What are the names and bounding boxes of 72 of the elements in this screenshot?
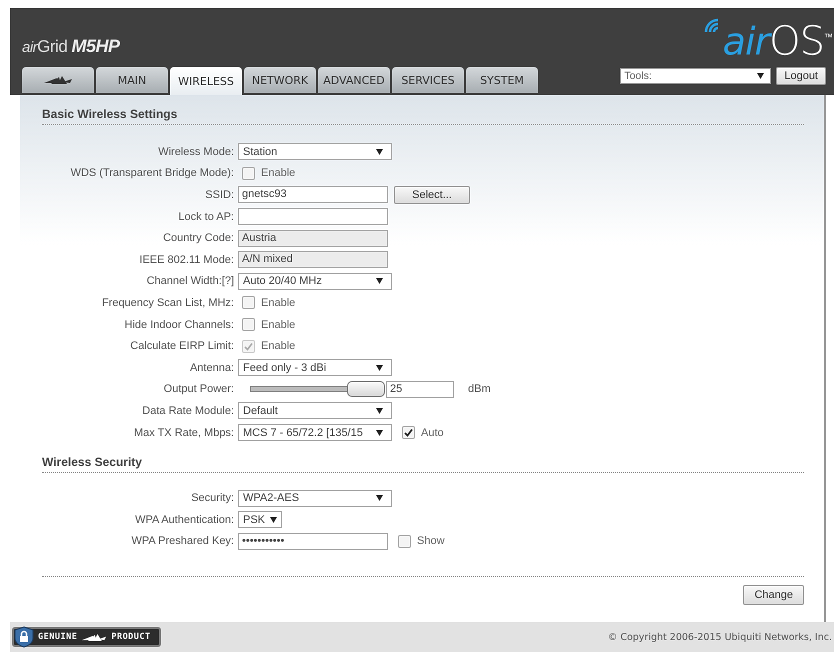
change-button[interactable]: Change: [743, 585, 804, 606]
readonly-field: Austria: [238, 230, 388, 247]
input-field[interactable]: •••••••••••: [238, 532, 388, 550]
field-label: Frequency Scan List, MHz:: [100, 296, 235, 309]
select-button[interactable]: Select...: [394, 186, 470, 204]
field-label: WDS (Transparent Bridge Mode):: [70, 167, 235, 180]
field-label: Max TX Rate, Mbps:: [132, 426, 235, 439]
checkbox[interactable]: [398, 534, 411, 548]
checkbox[interactable]: [242, 166, 255, 180]
field-label: Output Power:: [162, 383, 235, 396]
nav-tab[interactable]: MAIN: [96, 67, 168, 93]
product-logo: airGrid M5HP: [22, 36, 120, 57]
caret-icon: [376, 148, 383, 155]
checkbox[interactable]: [242, 296, 255, 310]
field-label: Channel Width:[?]: [146, 275, 235, 288]
dropdown[interactable]: MCS 7 - 65/72.2 [135/15: [238, 424, 392, 442]
nav-tab[interactable]: SERVICES: [392, 67, 464, 93]
field-label: Data Rate Module:: [141, 404, 235, 417]
section-heading: Basic Wireless Settings: [42, 107, 804, 125]
badge-text: PRODUCT: [111, 632, 151, 642]
checkbox-label: Enable: [261, 296, 296, 309]
field-label: Wireless Mode:: [157, 146, 235, 158]
caret-icon: [376, 278, 383, 284]
tools-dropdown[interactable]: Tools:: [620, 68, 772, 84]
field-label: WPA Authentication:: [134, 514, 235, 526]
checkbox-label: Auto: [421, 426, 444, 439]
caret-icon: [376, 430, 383, 436]
input-field[interactable]: gnetsc93: [238, 186, 388, 204]
unit-label: dBm: [468, 383, 491, 396]
checkbox-label: Show: [417, 535, 445, 548]
slider-handle[interactable]: [347, 381, 386, 398]
field-label: Hide Indoor Channels:: [124, 318, 235, 331]
logout-button[interactable]: Logout: [776, 67, 826, 85]
dropdown[interactable]: Default: [238, 402, 392, 420]
readonly-field: A/N mixed: [238, 251, 388, 268]
nav-tab[interactable]: ADVANCED: [318, 67, 390, 93]
antenna-logo-icon: [81, 632, 108, 642]
badge-text: GENUINE: [38, 632, 78, 642]
field-label: Country Code:: [162, 232, 235, 244]
field-label: Calculate EIRP Limit:: [129, 340, 235, 352]
caret-icon: [376, 495, 383, 502]
field-label: Security:: [190, 492, 235, 504]
caret-icon: [757, 73, 764, 79]
checkbox-label: Enable: [261, 167, 296, 180]
caret-icon: [270, 516, 277, 523]
field-label: Lock to AP:: [177, 210, 235, 223]
nav-tab[interactable]: SYSTEM: [466, 67, 538, 93]
nav-tab[interactable]: NETWORK: [244, 67, 316, 93]
home-tab[interactable]: [22, 67, 94, 93]
brand-logo: airOS$^{™}$: [722, 17, 832, 63]
field-label: WPA Preshared Key:: [130, 535, 235, 548]
input-field[interactable]: [238, 208, 388, 226]
checkbox[interactable]: [242, 318, 255, 332]
field-label: SSID:: [204, 188, 235, 201]
dropdown[interactable]: Auto 20/40 MHz: [238, 272, 392, 290]
caret-icon: [376, 408, 383, 414]
dropdown[interactable]: PSK: [238, 511, 282, 528]
copyright-text: © Copyright 2006-2015 Ubiquiti Networks, Inc.: [608, 632, 832, 642]
dropdown[interactable]: Feed only - 3 dBi: [238, 359, 392, 376]
antenna-logo-icon: [43, 75, 73, 85]
checkbox-label: Enable: [261, 340, 296, 352]
input-field[interactable]: 25: [386, 380, 454, 398]
lock-shield-icon: [14, 626, 34, 648]
checkbox[interactable]: [402, 426, 415, 440]
dropdown[interactable]: WPA2-AES: [238, 490, 392, 507]
nav-tab[interactable]: WIRELESS: [170, 67, 242, 95]
checkbox-label: Enable: [261, 318, 296, 331]
field-label: IEEE 802.11 Mode:: [138, 254, 235, 266]
caret-icon: [376, 364, 383, 371]
section-heading: Wireless Security: [42, 455, 804, 474]
field-label: Antenna:: [188, 362, 235, 374]
dropdown[interactable]: Station: [238, 143, 392, 160]
